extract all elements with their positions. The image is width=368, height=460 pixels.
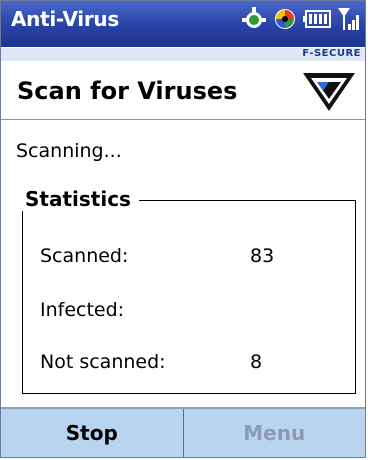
page-title: Scan for Viruses (17, 77, 238, 105)
sync-icon[interactable] (241, 6, 267, 36)
stat-label: Scanned: (40, 245, 129, 267)
stat-value: 8 (250, 351, 263, 373)
app-title: Anti-Virus (11, 7, 119, 31)
title-bar: Anti-Virus (1, 1, 365, 47)
brand-name: F-SECURE (302, 48, 361, 59)
f-secure-logo-icon (299, 67, 359, 115)
signal-icon[interactable] (337, 6, 359, 36)
scan-status-text: Scanning... (16, 140, 122, 162)
messaging-icon[interactable] (273, 7, 297, 35)
battery-icon[interactable] (303, 10, 331, 32)
stat-row-scanned: Scanned: 83 (40, 245, 274, 267)
stop-softkey[interactable]: Stop (1, 409, 184, 457)
statistics-group: Statistics Scanned: 83 Infected: Not sca… (21, 187, 356, 394)
status-icons (241, 6, 359, 36)
stat-label: Not scanned: (40, 351, 166, 373)
stat-label: Infected: (40, 299, 125, 321)
brand-strip: F-SECURE (1, 47, 365, 62)
statistics-legend: Statistics (21, 187, 139, 211)
page-header: Scan for Viruses (1, 61, 365, 120)
stat-row-infected: Infected: (40, 299, 124, 321)
softkey-bar: Stop Menu (1, 407, 365, 457)
stat-row-not-scanned: Not scanned: 8 (40, 351, 262, 373)
stat-value: 83 (250, 245, 275, 267)
menu-softkey[interactable]: Menu (184, 409, 366, 457)
